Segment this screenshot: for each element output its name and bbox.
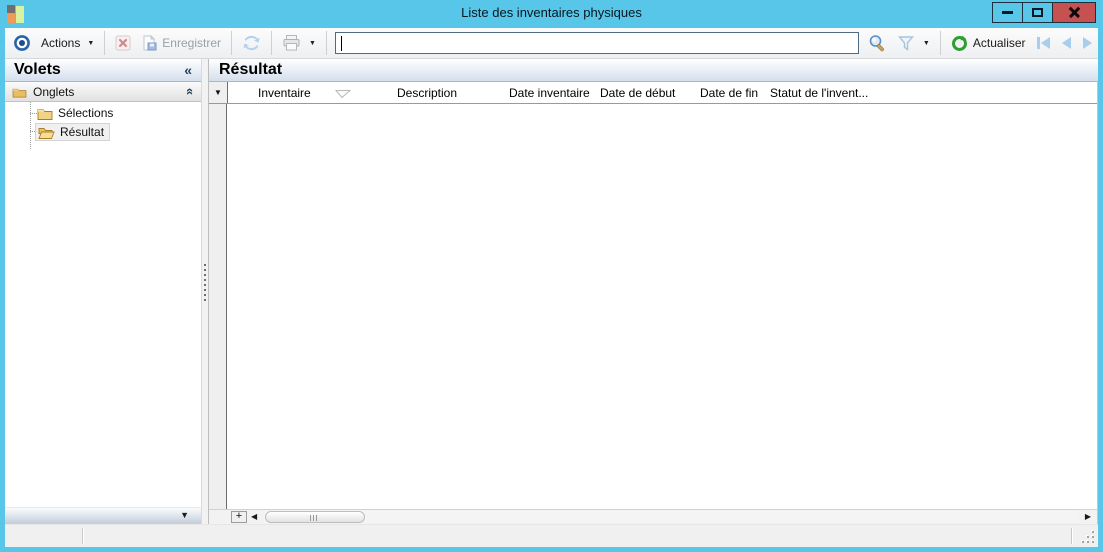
tree-item-selections[interactable]: Sélections (35, 105, 118, 121)
column-header-description[interactable]: Description (389, 82, 501, 103)
sidebar: Volets « Onglets « Sélections Résultat ▼ (5, 59, 201, 524)
chevron-down-icon: ▼ (922, 39, 930, 47)
grid-corner-dropdown[interactable]: ▼ (209, 82, 228, 103)
tree-connector (30, 102, 31, 149)
app-window: Liste des inventaires physiques Actions … (0, 0, 1103, 552)
toolbar-separator (325, 31, 327, 55)
collapse-group-button[interactable]: « (183, 88, 198, 95)
row-indicator-column (209, 82, 227, 509)
collapse-sidebar-button[interactable]: « (184, 62, 192, 78)
toolbar-separator (270, 31, 272, 55)
sidebar-group-onglets[interactable]: Onglets « (5, 82, 201, 102)
minimize-icon (1002, 11, 1013, 14)
delete-button[interactable] (110, 33, 136, 53)
actions-menu-icon (5, 32, 36, 54)
save-label: Enregistrer (162, 36, 221, 50)
refresh-arrows-icon (243, 35, 260, 51)
target-icon (14, 35, 30, 51)
close-icon (1068, 6, 1081, 19)
group-label: Onglets (33, 84, 75, 99)
window-title: Liste des inventaires physiques (461, 5, 642, 20)
panel-splitter[interactable] (201, 59, 209, 524)
grid-body-empty (228, 104, 1097, 509)
tab-tree: Sélections Résultat (5, 102, 201, 222)
column-header-statut[interactable]: Statut de l'invent... (762, 82, 1097, 103)
scroll-down-button[interactable]: ▼ (180, 510, 189, 520)
toolbar-separator (104, 31, 106, 55)
text-caret (340, 36, 342, 51)
filter-icon (897, 36, 914, 51)
nav-previous-button[interactable] (1056, 35, 1077, 51)
sidebar-footer: ▼ (5, 507, 201, 524)
content-area: Volets « Onglets « Sélections Résultat ▼… (5, 59, 1098, 524)
resize-grip-icon[interactable] (1081, 530, 1094, 543)
result-panel-header: Résultat (209, 59, 1098, 82)
nav-next-icon (1082, 37, 1092, 49)
nav-first-icon (1036, 37, 1040, 49)
folder-open-icon (38, 127, 55, 139)
add-row-button[interactable]: + (231, 511, 247, 523)
chevron-down-icon: ▼ (87, 39, 95, 47)
print-dropdown-button[interactable]: ▼ (306, 38, 321, 49)
nav-first-button[interactable] (1031, 35, 1056, 51)
search-icon (869, 35, 884, 52)
nav-next-button[interactable] (1077, 35, 1098, 51)
status-bar (5, 524, 1098, 547)
sort-indicator-icon (334, 88, 352, 102)
scrollbar-track[interactable] (263, 511, 1079, 523)
toolbar-separator (230, 31, 232, 55)
maximize-button[interactable] (1022, 2, 1053, 23)
printer-icon (283, 35, 300, 51)
actions-button[interactable]: Actions ▼ (36, 34, 99, 52)
actions-label: Actions (41, 36, 81, 50)
status-divider (1071, 528, 1072, 544)
column-header-date-inventaire[interactable]: Date inventaire (501, 82, 592, 103)
search-button[interactable] (862, 31, 892, 55)
column-header-date-fin[interactable]: Date de fin (692, 82, 762, 103)
scrollbar-thumb[interactable] (265, 511, 365, 523)
result-panel-title: Résultat (219, 61, 283, 78)
refresh-button[interactable]: Actualiser (946, 33, 1031, 54)
toolbar-separator (939, 31, 941, 55)
tree-item-label: Résultat (60, 125, 105, 139)
nav-previous-icon (1061, 37, 1071, 49)
sidebar-header: Volets « (5, 59, 201, 82)
maximize-icon (1032, 8, 1043, 17)
search-box (334, 32, 859, 54)
save-button[interactable]: Enregistrer (136, 33, 226, 53)
filter-button[interactable] (892, 32, 920, 54)
status-divider (82, 528, 83, 544)
grid-header-row: ▼ Inventaire Description Date inventaire… (209, 82, 1097, 104)
refresh-data-button[interactable] (237, 32, 266, 54)
chevron-down-icon: ▼ (308, 39, 316, 47)
toolbar: Actions ▼ Enregistrer ▼ ▼ Actualiser (5, 28, 1098, 59)
tree-item-label: Sélections (58, 106, 114, 120)
sidebar-title: Volets (14, 61, 61, 78)
minimize-button[interactable] (992, 2, 1023, 23)
column-header-inventaire[interactable]: Inventaire (228, 82, 389, 103)
splitter-grip-icon (204, 264, 206, 301)
column-header-date-debut[interactable]: Date de début (592, 82, 692, 103)
title-bar: Liste des inventaires physiques (0, 0, 1103, 28)
save-icon (143, 35, 157, 51)
main-panel: Résultat ▼ Inventaire Description Date i… (209, 59, 1098, 524)
print-button[interactable] (277, 33, 306, 53)
result-grid: ▼ Inventaire Description Date inventaire… (209, 82, 1098, 524)
filter-dropdown-button[interactable]: ▼ (920, 38, 935, 49)
chevron-down-icon: ▼ (214, 88, 222, 97)
refresh-label: Actualiser (972, 36, 1026, 50)
close-button[interactable] (1052, 2, 1096, 23)
tree-item-resultat[interactable]: Résultat (35, 123, 111, 141)
scrollbar-grip-icon (310, 514, 317, 521)
folder-closed-icon (37, 108, 53, 120)
delete-icon (115, 35, 131, 51)
scroll-left-button[interactable]: ◀ (251, 512, 257, 521)
horizontal-scrollbar: + ◀ ▶ (209, 509, 1097, 524)
scroll-right-button[interactable]: ▶ (1085, 512, 1091, 521)
folder-icon (12, 88, 27, 97)
nav-last-button[interactable] (1098, 35, 1103, 51)
search-input[interactable] (335, 33, 858, 53)
refresh-green-icon (951, 35, 967, 51)
